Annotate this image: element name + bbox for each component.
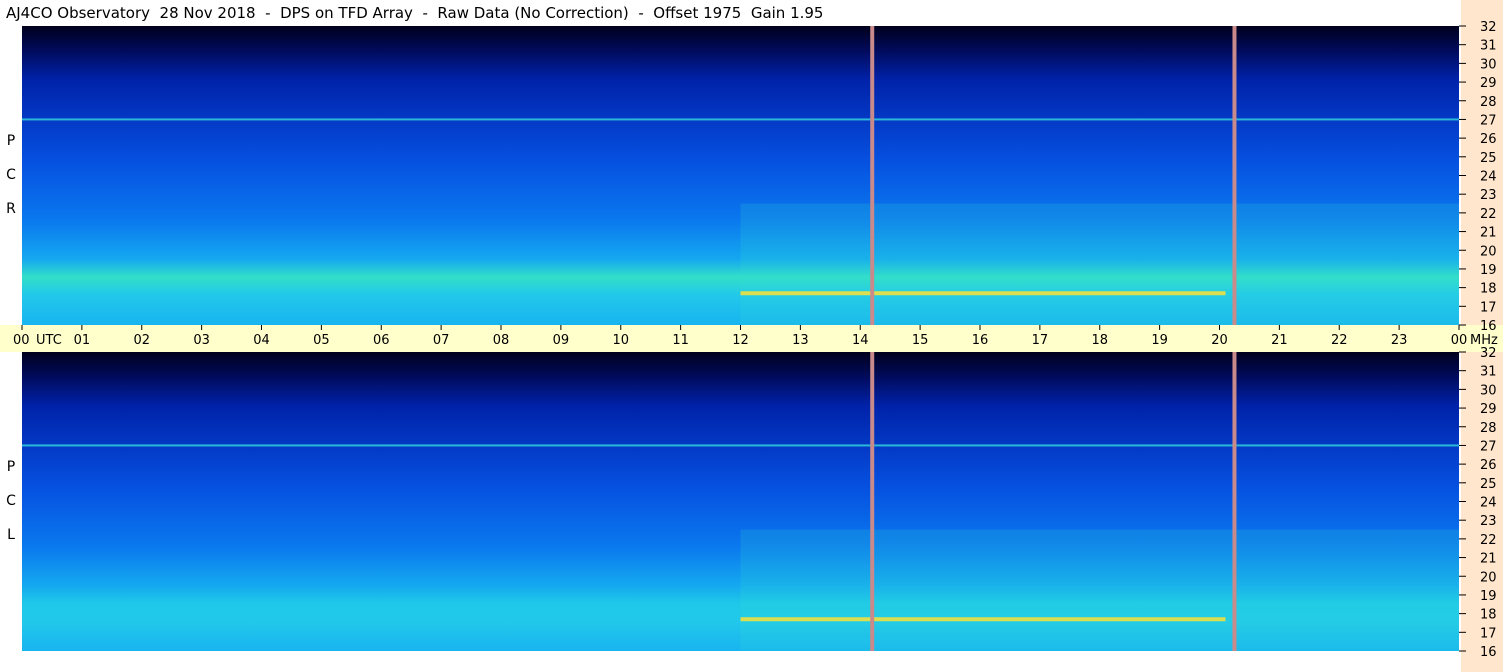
freq-tick-label: 27	[1480, 439, 1497, 454]
time-tick-label: 06	[373, 333, 390, 348]
time-tick-label: 16	[972, 333, 989, 348]
time-tick-label: 03	[193, 333, 210, 348]
freq-tick-label: 30	[1480, 383, 1497, 398]
freq-tick-label: 25	[1480, 151, 1497, 166]
freq-tick-label: 31	[1480, 365, 1497, 380]
time-unit-label: UTC	[36, 333, 62, 348]
freq-tick-label: 17	[1480, 626, 1497, 641]
freq-tick-label: 24	[1480, 496, 1497, 511]
freq-tick-label: 19	[1480, 263, 1497, 278]
time-tick-label: 15	[912, 333, 929, 348]
freq-tick-label: 19	[1480, 589, 1497, 604]
freq-tick-label: 23	[1480, 188, 1497, 203]
time-tick-label: 10	[612, 333, 629, 348]
freq-tick-label: 23	[1480, 514, 1497, 529]
freq-tick-label: 20	[1480, 570, 1497, 585]
freq-tick-label: 31	[1480, 39, 1497, 54]
freq-tick-label: 18	[1480, 282, 1497, 297]
axes-overlay: 00 01 02 03 04 05 06 07 08 09 10 11 12 13 14 15 16 17 18 19…	[13, 20, 1498, 660]
freq-tick-label: 28	[1480, 95, 1497, 110]
freq-tick-label: 22	[1480, 533, 1497, 548]
freq-unit-label: MHz	[1470, 333, 1498, 348]
time-tick-label: 00	[13, 333, 30, 348]
time-tick-label: 05	[313, 333, 330, 348]
freq-tick-label: 16	[1480, 645, 1497, 660]
freq-tick-label: 30	[1480, 57, 1497, 72]
freq-tick-label: 17	[1480, 300, 1497, 315]
freq-tick-label: 32	[1480, 346, 1497, 361]
freq-tick-label: 29	[1480, 76, 1497, 91]
time-tick-label: 09	[553, 333, 570, 348]
time-tick-label: 14	[852, 333, 869, 348]
time-tick-label: 00	[1451, 333, 1468, 348]
freq-tick-label: 28	[1480, 421, 1497, 436]
freq-tick-label: 21	[1480, 226, 1497, 241]
time-tick-label: 18	[1091, 333, 1108, 348]
time-tick-label: 23	[1391, 333, 1408, 348]
time-tick-label: 12	[732, 333, 749, 348]
freq-tick-label: 26	[1480, 458, 1497, 473]
freq-tick-label: 21	[1480, 552, 1497, 567]
time-tick-label: 19	[1151, 333, 1168, 348]
time-tick-label: 07	[433, 333, 450, 348]
time-tick-label: 22	[1331, 333, 1348, 348]
time-tick-label: 20	[1211, 333, 1228, 348]
freq-tick-label: 32	[1480, 20, 1497, 35]
freq-tick-label: 20	[1480, 244, 1497, 259]
time-tick-label: 01	[74, 333, 91, 348]
freq-tick-label: 26	[1480, 132, 1497, 147]
freq-tick-label: 24	[1480, 170, 1497, 185]
time-tick-label: 04	[253, 333, 270, 348]
time-tick-label: 21	[1271, 333, 1288, 348]
freq-tick-label: 16	[1480, 319, 1497, 334]
freq-tick-label: 27	[1480, 113, 1497, 128]
time-tick-label: 17	[1032, 333, 1049, 348]
time-tick-label: 02	[133, 333, 150, 348]
freq-tick-label: 29	[1480, 402, 1497, 417]
freq-tick-label: 18	[1480, 608, 1497, 623]
time-tick-label: 13	[792, 333, 809, 348]
time-tick-label: 11	[672, 333, 689, 348]
time-tick-label: 08	[493, 333, 510, 348]
freq-tick-label: 22	[1480, 207, 1497, 222]
freq-tick-label: 25	[1480, 477, 1497, 492]
